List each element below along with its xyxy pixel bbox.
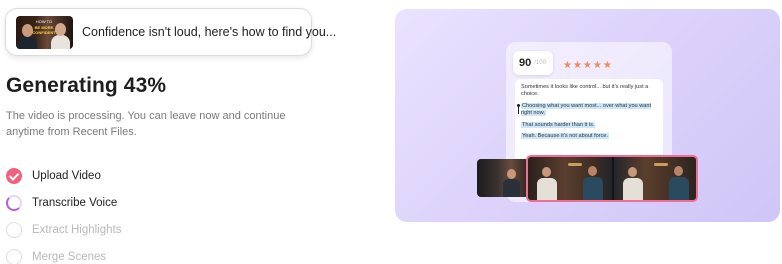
selected-video-frame (526, 155, 698, 202)
progress-description: The video is processing. You can leave n… (6, 110, 286, 138)
step-merge-scenes: Merge Scenes (6, 243, 121, 264)
step-label: Upload Video (32, 169, 101, 182)
transcript-line-highlighted: That sounds harder than it is. (521, 121, 596, 128)
empty-circle-icon (6, 221, 22, 238)
step-transcribe-voice: Transcribe Voice (6, 189, 121, 216)
transcript-line-highlighted: Yeah. Because it's not about force. (521, 133, 610, 140)
spinner-icon (6, 194, 22, 211)
step-label: Extract Highlights (32, 223, 122, 236)
progress-title: Generating 43% (6, 74, 167, 97)
transcript-line-highlighted: Choosing what you want most... over what… (521, 102, 652, 117)
video-frame-thumbnail (477, 159, 529, 197)
step-upload-video: Upload Video (6, 162, 121, 189)
step-label: Transcribe Voice (32, 196, 118, 209)
thumbnail-text-bottom: BE MORE CONFIDENT (32, 24, 56, 35)
score-badge: 90 /100 (513, 51, 553, 75)
step-extract-highlights: Extract Highlights (6, 216, 121, 243)
processing-illustration: 90 /100 ★★★★★ Sometimes it looks like co… (395, 9, 780, 222)
empty-circle-icon (6, 248, 22, 264)
video-title: Confidence isn't loud, here's how to fin… (82, 25, 337, 39)
transcript-line: Sometimes it looks like control... but i… (521, 84, 649, 98)
video-card[interactable]: HOW TO BE MORE CONFIDENT Confidence isn'… (5, 8, 336, 56)
score-suffix: /100 (534, 60, 546, 66)
thumbnail-text-top: HOW TO (35, 18, 53, 24)
progress-steps: Upload Video Transcribe Voice Extract Hi… (6, 162, 121, 264)
star-rating-icon: ★★★★★ (563, 60, 613, 71)
check-icon (6, 167, 22, 184)
score-value: 90 (519, 57, 532, 69)
video-thumbnail: HOW TO BE MORE CONFIDENT (16, 15, 73, 49)
step-label: Merge Scenes (32, 250, 107, 263)
